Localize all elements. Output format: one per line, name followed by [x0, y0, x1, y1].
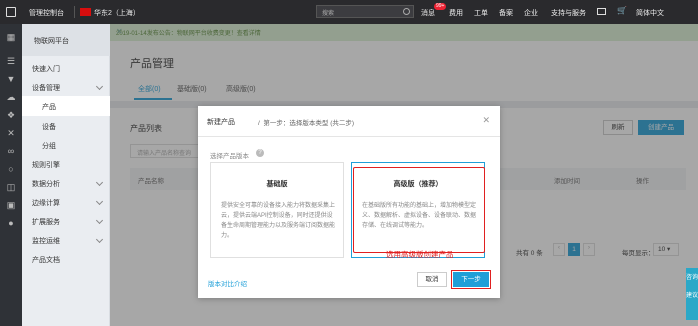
- shield-icon[interactable]: ▼: [6, 74, 16, 84]
- top-navbar: 管理控制台 华东2（上海） 搜索 消息 99+ 费用 工单 备案 企业 支持与服…: [0, 0, 698, 24]
- sidebar-item-groups[interactable]: 分组: [22, 135, 110, 155]
- sidebar-item-products[interactable]: 产品: [22, 96, 110, 116]
- sidebar-item-extensions[interactable]: 扩展服务: [22, 211, 110, 231]
- sidebar-title: 物联网平台: [34, 38, 69, 45]
- version-select-label: 选择产品版本: [210, 153, 249, 160]
- language-selector[interactable]: 简体中文: [636, 8, 664, 18]
- sidebar-item-label: 分组: [42, 143, 56, 150]
- box-icon[interactable]: ▣: [6, 200, 16, 210]
- sidebar-item-quickstart[interactable]: 快速入门: [22, 58, 110, 78]
- divider: [198, 136, 500, 137]
- cancel-button[interactable]: 取消: [417, 272, 447, 287]
- console-link[interactable]: 管理控制台: [29, 8, 64, 18]
- next-step-button[interactable]: 下一步: [451, 270, 491, 289]
- aliyun-logo-icon[interactable]: [6, 7, 16, 17]
- sidebar-item-label: 设备: [42, 124, 56, 131]
- grid-menu-icon[interactable]: ▦: [6, 32, 16, 42]
- sidebar-item-label: 数据分析: [32, 181, 60, 188]
- help-icon[interactable]: ?: [256, 149, 264, 157]
- dialog-title: 新建产品: [207, 119, 235, 126]
- message-count-badge: 99+: [434, 3, 447, 10]
- version-compare-link[interactable]: 版本对比介绍: [208, 278, 247, 288]
- float-label: 建议: [686, 293, 698, 299]
- dialog-step: / 第一步：选择版本类型 (共二步): [258, 120, 355, 127]
- chevron-down-icon: [95, 178, 104, 187]
- sidebar-item-label: 快速入门: [32, 66, 60, 73]
- feedback-float-button[interactable]: 咨询 建议: [686, 268, 698, 320]
- float-label: 咨询: [686, 275, 698, 281]
- support-link[interactable]: 支持与服务: [551, 8, 586, 18]
- list-icon[interactable]: ☰: [6, 56, 16, 66]
- sidebar-item-label: 扩展服务: [32, 219, 60, 226]
- sidebar: 物联网平台 快速入门 设备管理 产品 设备 分组 规则引擎 数据分析 边缘计算 …: [22, 24, 110, 326]
- cloud-icon[interactable]: ☁: [6, 92, 16, 102]
- sidebar-item-label: 产品: [42, 104, 56, 111]
- code-icon[interactable]: ∞: [6, 146, 16, 156]
- sidebar-item-analytics[interactable]: 数据分析: [22, 173, 110, 193]
- sidebar-item-label: 规则引擎: [32, 162, 60, 169]
- cart-icon[interactable]: 🛒: [617, 6, 627, 15]
- fees-link[interactable]: 费用: [449, 8, 463, 18]
- sidebar-item-label: 产品文档: [32, 257, 60, 264]
- sidebar-item-device-management[interactable]: 设备管理: [22, 77, 110, 97]
- mail-icon[interactable]: [597, 8, 606, 15]
- card-description: 提供安全可靠的设备接入能力将数据采集上云，提供云端API控制设备，同时还提供设备…: [221, 203, 336, 239]
- messages-link[interactable]: 消息: [421, 8, 435, 18]
- search-icon[interactable]: [403, 8, 410, 15]
- sidebar-item-monitoring[interactable]: 监控运维: [22, 230, 110, 250]
- sidebar-item-rules[interactable]: 规则引擎: [22, 154, 110, 174]
- region-selector[interactable]: 华东2（上海）: [94, 8, 140, 18]
- chevron-down-icon: [95, 216, 104, 225]
- china-flag-icon: [80, 8, 91, 16]
- cross-icon[interactable]: ✕: [6, 128, 16, 138]
- puzzle-icon[interactable]: ❖: [6, 110, 16, 120]
- sidebar-item-devices[interactable]: 设备: [22, 116, 110, 136]
- basic-edition-card[interactable]: 基础版 提供安全可靠的设备接入能力将数据采集上云，提供云端API控制设备，同时还…: [210, 162, 344, 258]
- card-title: 基础版: [266, 181, 288, 188]
- chevron-down-icon: [95, 235, 104, 244]
- close-icon[interactable]: ✕: [482, 115, 490, 126]
- enterprise-link[interactable]: 企业: [524, 8, 538, 18]
- search-placeholder: 搜索: [322, 11, 335, 17]
- database-icon[interactable]: ◫: [6, 182, 16, 192]
- filing-link[interactable]: 备案: [499, 8, 513, 18]
- chevron-down-icon: [95, 82, 104, 91]
- sidebar-header: 物联网平台: [22, 24, 110, 56]
- divider: [74, 6, 75, 18]
- product-icon-bar: ▦ ☰ ▼ ☁ ❖ ✕ ∞ ○ ◫ ▣ ●: [0, 24, 22, 326]
- highlight-box: [353, 167, 485, 253]
- globe-icon[interactable]: ○: [6, 164, 16, 174]
- sidebar-item-label: 边缘计算: [32, 200, 60, 207]
- tickets-link[interactable]: 工单: [474, 8, 488, 18]
- sidebar-item-label: 监控运维: [32, 238, 60, 245]
- annotation-text: 选用高级版创建产品: [386, 250, 454, 259]
- search-input[interactable]: 搜索: [316, 5, 414, 18]
- chevron-down-icon: [95, 197, 104, 206]
- sidebar-item-edge[interactable]: 边缘计算: [22, 192, 110, 212]
- sidebar-item-docs[interactable]: 产品文档: [22, 249, 110, 269]
- dialog-step-text: 第一步：选择版本类型 (共二步): [263, 120, 355, 127]
- sidebar-item-label: 设备管理: [32, 85, 60, 92]
- circle-icon[interactable]: ●: [6, 218, 16, 228]
